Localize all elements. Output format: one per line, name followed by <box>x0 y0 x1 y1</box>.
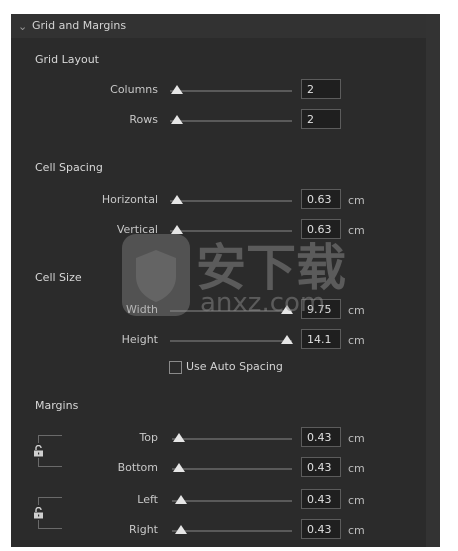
columns-label: Columns <box>110 83 158 96</box>
horizontal-slider-track[interactable] <box>170 200 292 202</box>
rows-slider-track[interactable] <box>170 120 292 122</box>
vertical-unit: cm <box>348 224 365 237</box>
left-unit: cm <box>348 494 365 507</box>
watermark-logo <box>120 232 192 322</box>
height-slider-track[interactable] <box>170 340 292 342</box>
bottom-input[interactable]: 0.43 <box>301 457 341 477</box>
rows-label: Rows <box>129 113 158 126</box>
top-label: Top <box>139 431 158 444</box>
left-input[interactable]: 0.43 <box>301 489 341 509</box>
columns-input[interactable]: 2 <box>301 79 341 99</box>
horizontal-input[interactable]: 0.63 <box>301 189 341 209</box>
columns-slider-track[interactable] <box>170 90 292 92</box>
height-input[interactable]: 14.1 <box>301 329 341 349</box>
unlock-icon[interactable] <box>33 445 44 457</box>
vertical-input[interactable]: 0.63 <box>301 219 341 239</box>
unlock-icon[interactable] <box>33 507 44 519</box>
right-unit: cm <box>348 524 365 537</box>
panel-title: Grid and Margins <box>32 19 127 32</box>
right-slider-track[interactable] <box>172 530 292 532</box>
watermark-subtext: anxz.com <box>200 288 326 318</box>
width-unit: cm <box>348 304 365 317</box>
height-label: Height <box>121 333 158 346</box>
rows-slider-thumb[interactable] <box>171 115 183 124</box>
rows-input[interactable]: 2 <box>301 109 341 129</box>
horizontal-slider-thumb[interactable] <box>171 195 183 204</box>
height-unit: cm <box>348 334 365 347</box>
horizontal-unit: cm <box>348 194 365 207</box>
grid-layout-title: Grid Layout <box>35 53 99 66</box>
right-input[interactable]: 0.43 <box>301 519 341 539</box>
height-slider-thumb[interactable] <box>281 335 293 344</box>
panel-scrollbar[interactable] <box>426 14 440 547</box>
horizontal-label: Horizontal <box>101 193 158 206</box>
left-label: Left <box>137 493 158 506</box>
bottom-slider-track[interactable] <box>172 468 292 470</box>
right-slider-thumb[interactable] <box>175 525 187 534</box>
top-slider-track[interactable] <box>172 438 292 440</box>
shield-watermark-icon <box>122 234 190 316</box>
collapse-chevron-icon[interactable]: ⌄ <box>18 20 27 34</box>
top-slider-thumb[interactable] <box>173 433 185 442</box>
use-auto-spacing-label[interactable]: Use Auto Spacing <box>186 360 283 374</box>
columns-slider-thumb[interactable] <box>171 85 183 94</box>
cell-spacing-title: Cell Spacing <box>35 161 103 174</box>
top-input[interactable]: 0.43 <box>301 427 341 447</box>
right-label: Right <box>129 523 158 536</box>
left-slider-thumb[interactable] <box>175 495 187 504</box>
margins-title: Margins <box>35 399 79 412</box>
use-auto-spacing-checkbox[interactable] <box>169 361 182 374</box>
cell-size-title: Cell Size <box>35 271 82 284</box>
bottom-slider-thumb[interactable] <box>173 463 185 472</box>
left-slider-track[interactable] <box>172 500 292 502</box>
bottom-label: Bottom <box>117 461 158 474</box>
bottom-unit: cm <box>348 462 365 475</box>
top-unit: cm <box>348 432 365 445</box>
